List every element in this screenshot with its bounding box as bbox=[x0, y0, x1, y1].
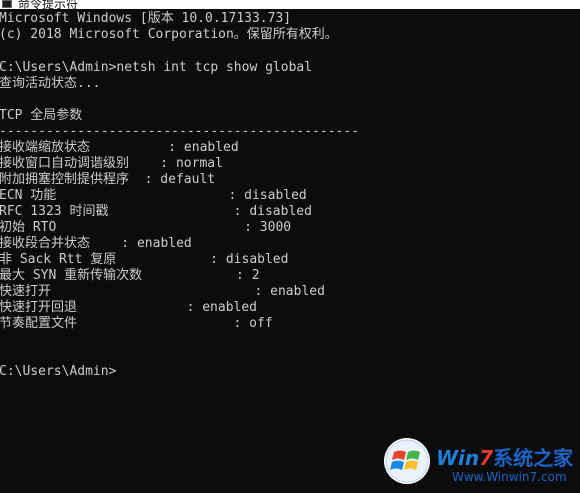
console-line: 快速打开 : enabled bbox=[0, 284, 325, 299]
command-prompt[interactable]: C:\Users\Admin> bbox=[0, 364, 116, 380]
console-line: RFC 1323 时间戳 : disabled bbox=[0, 204, 312, 219]
console-line: 接收端缩放状态 : enabled bbox=[0, 140, 239, 155]
console-line: 初始 RTO : 3000 bbox=[0, 220, 292, 235]
console-line: 快速打开回退 : enabled bbox=[0, 300, 258, 315]
watermark-url: Www.Winwin7.com bbox=[452, 470, 567, 484]
site-watermark: Win7系统之家 Www.Winwin7.com bbox=[382, 436, 578, 492]
console-line: 附加拥塞控制提供程序 : default bbox=[0, 172, 216, 187]
window-title: 命令提示符 bbox=[18, 0, 79, 9]
console-line: (c) 2018 Microsoft Corporation。保留所有权利。 bbox=[0, 27, 338, 42]
console-line: 最大 SYN 重新传输次数 : 2 bbox=[0, 268, 260, 283]
watermark-brand: Win7系统之家 bbox=[436, 442, 573, 471]
watermark-brand-rest: 系统之家 bbox=[493, 446, 574, 470]
windows-logo-icon bbox=[384, 438, 430, 484]
console-line: Microsoft Windows [版本 10.0.17133.73] bbox=[0, 11, 292, 26]
console-line: TCP 全局参数 bbox=[0, 108, 83, 123]
console-line: 接收段合并状态 : enabled bbox=[0, 236, 192, 251]
console-line: 查询活动状态... bbox=[0, 76, 101, 91]
watermark-brand-prefix: Win bbox=[436, 446, 480, 470]
cmd-app-icon[interactable] bbox=[2, 0, 12, 8]
title-bar[interactable]: 命令提示符 bbox=[0, 0, 580, 9]
console-line: 接收窗口自动调谐级别 : normal bbox=[0, 156, 223, 171]
console-line: ECN 功能 : disabled bbox=[0, 188, 307, 203]
console-line: 节奏配置文件 : off bbox=[0, 316, 273, 331]
watermark-brand-seven: 7 bbox=[479, 446, 494, 470]
console-line: ----------------------------------------… bbox=[0, 124, 360, 139]
console-line: C:\Users\Admin>netsh int tcp show global bbox=[0, 60, 313, 75]
console-output[interactable]: Microsoft Windows [版本 10.0.17133.73] (c)… bbox=[0, 9, 580, 493]
console-line: 非 Sack Rtt 复原 : disabled bbox=[0, 252, 289, 267]
